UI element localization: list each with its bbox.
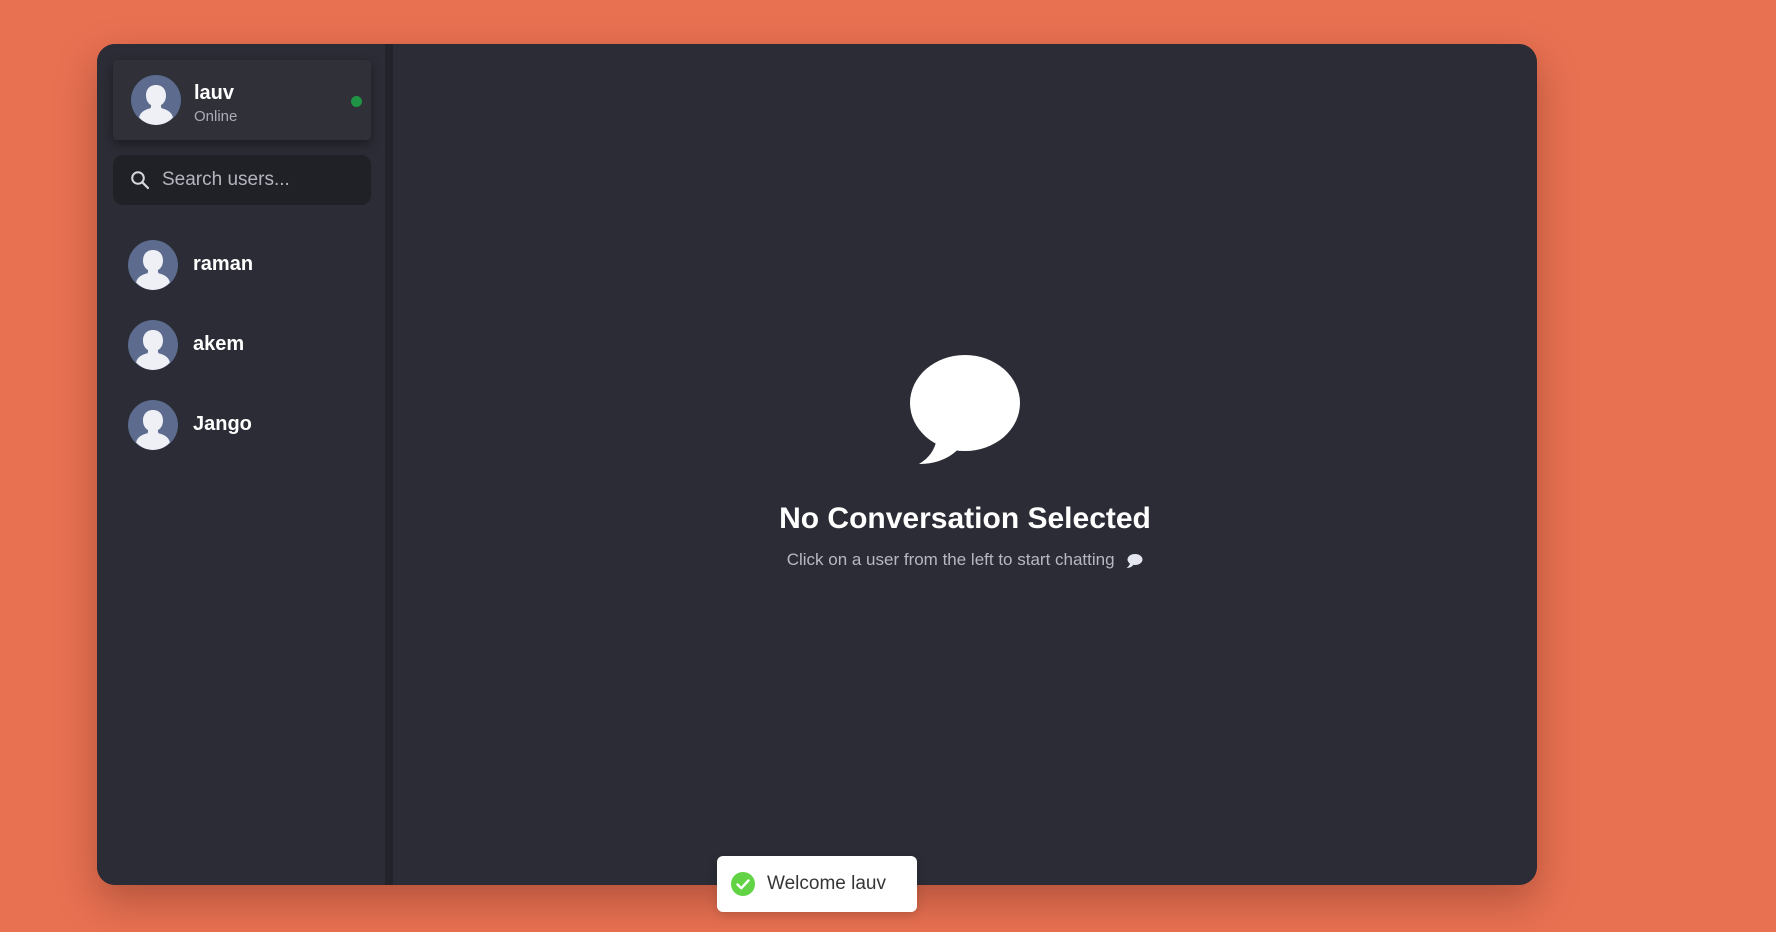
current-user-name: lauv: [194, 82, 235, 104]
toast-message: Welcome lauv: [767, 873, 886, 894]
sidebar: lauv Online raman: [97, 44, 385, 885]
user-name: akem: [193, 333, 245, 355]
user-name: raman: [193, 253, 254, 275]
user-avatar: [128, 240, 178, 290]
current-user-card: lauv Online: [113, 60, 371, 140]
default-user-avatar-icon: [139, 85, 173, 125]
user-list-item-akem[interactable]: akem: [97, 310, 385, 380]
default-user-avatar-icon: [136, 250, 170, 290]
sidebar-divider: [385, 44, 393, 885]
current-user-avatar: [131, 75, 181, 125]
chat-app-window: lauv Online raman: [97, 44, 1537, 885]
search-icon: [131, 171, 150, 190]
search-box: [113, 155, 371, 205]
current-user-status: Online: [194, 108, 238, 125]
search-input[interactable]: [162, 155, 362, 205]
default-user-avatar-icon: [136, 330, 170, 370]
user-avatar: [128, 400, 178, 450]
speech-bubble-emoji-icon: [1126, 553, 1143, 568]
user-avatar: [128, 320, 178, 370]
no-conversation-placeholder: No Conversation Selected Click on a user…: [393, 354, 1537, 570]
user-list-item-raman[interactable]: raman: [97, 230, 385, 300]
success-check-icon: [731, 872, 755, 896]
empty-state-subtitle: Click on a user from the left to start c…: [393, 550, 1537, 570]
empty-state-title: No Conversation Selected: [779, 502, 1151, 535]
conversation-panel: No Conversation Selected Click on a user…: [393, 44, 1537, 885]
user-list-item-jango[interactable]: Jango: [97, 390, 385, 460]
welcome-toast: Welcome lauv: [717, 856, 917, 912]
chat-bubble-icon: [910, 355, 1020, 464]
empty-state-subtitle-text: Click on a user from the left to start c…: [786, 550, 1115, 569]
online-status-indicator: [351, 96, 362, 107]
user-name: Jango: [193, 413, 252, 435]
default-user-avatar-icon: [136, 410, 170, 450]
